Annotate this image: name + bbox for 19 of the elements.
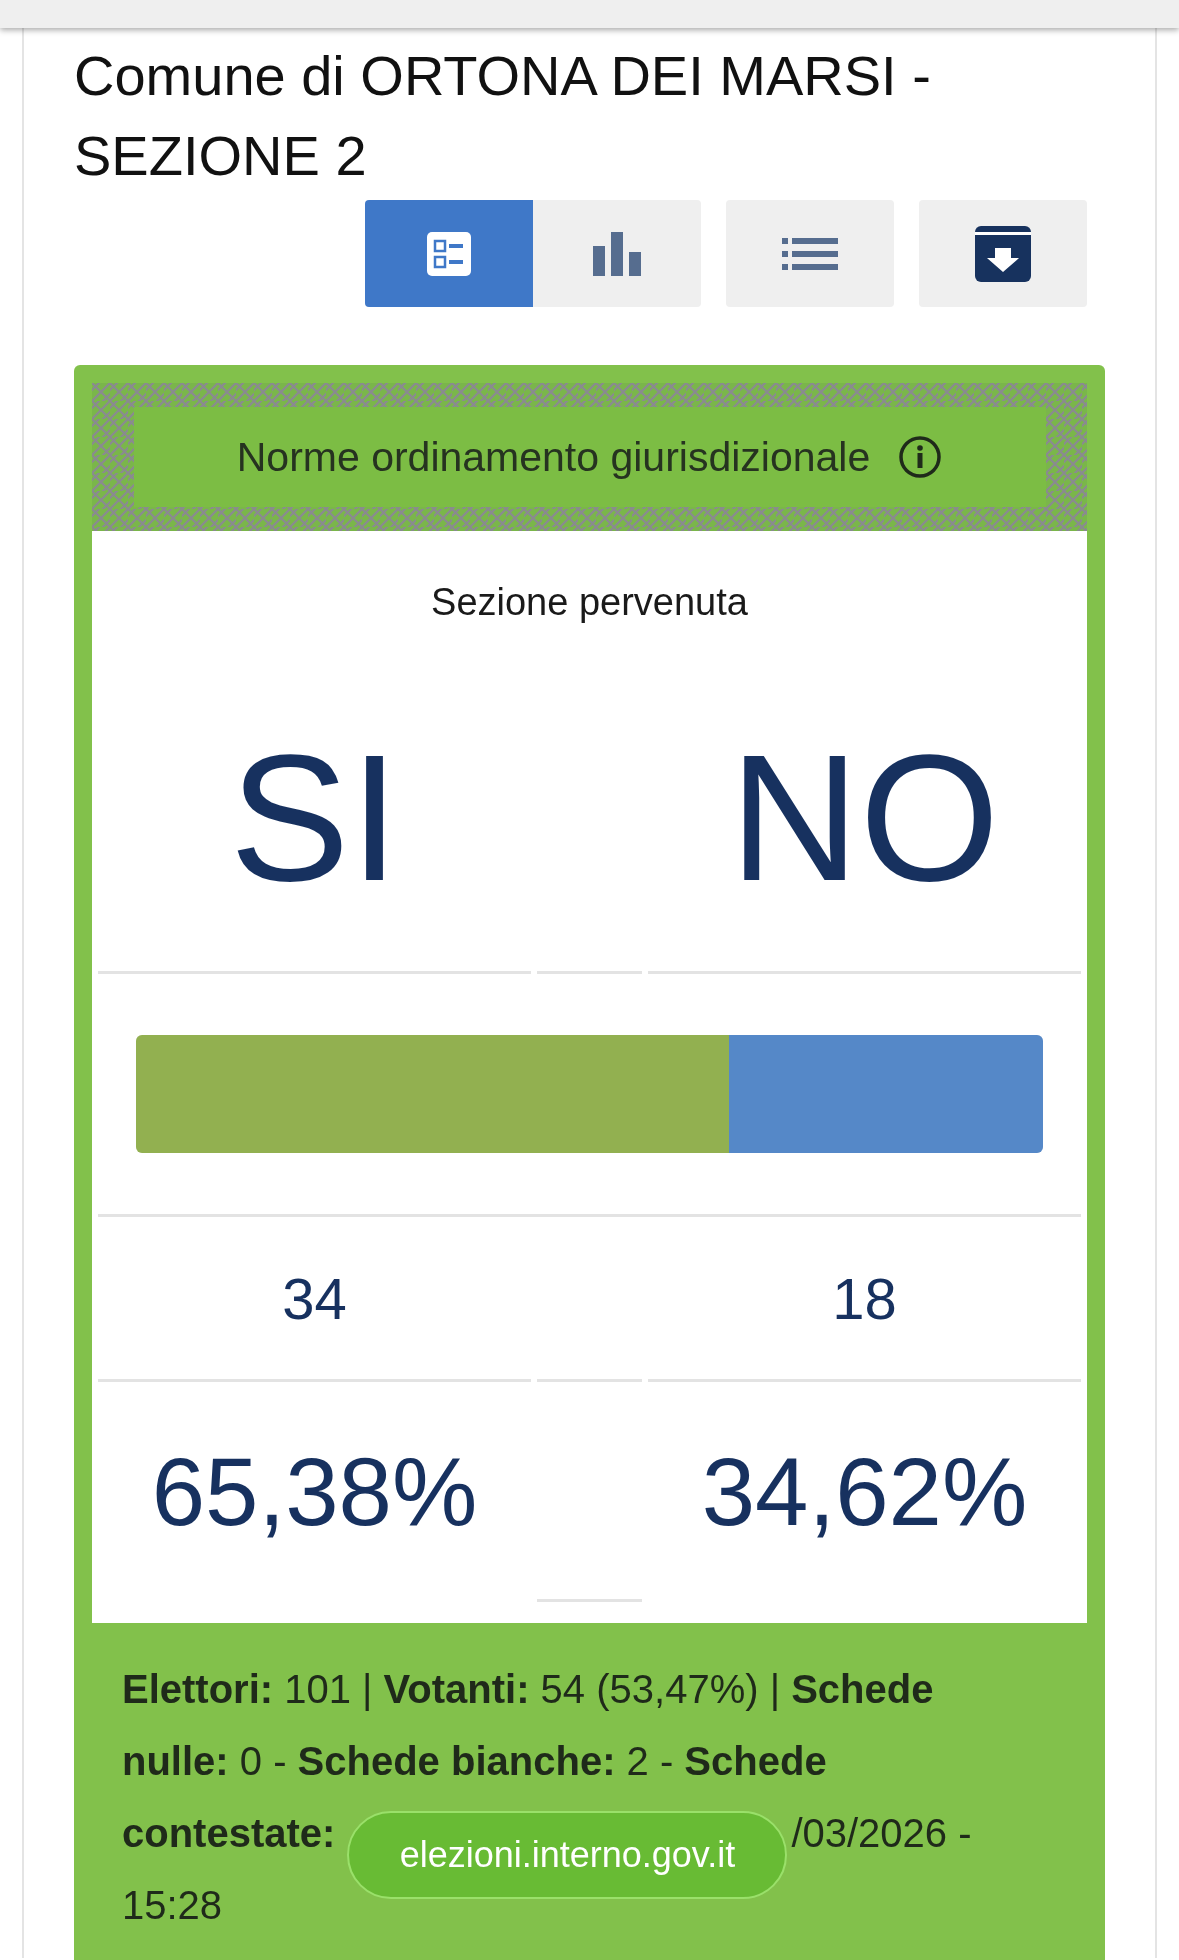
status-text: Sezione pervenuta <box>430 581 749 624</box>
page-title: Comune di ORTONA DEI MARSI - SEZIONE 2 <box>74 43 932 189</box>
info-icon[interactable] <box>898 435 943 479</box>
vote-percent: 34,62% <box>701 1437 1028 1547</box>
option-label: SI <box>229 716 400 920</box>
card-heading: Norme ordinamento giurisdizionale <box>236 433 871 481</box>
vote-count: 34 <box>282 1264 347 1332</box>
list-icon <box>782 237 838 270</box>
view-button[interactable] <box>919 200 1087 307</box>
archive-download-icon <box>975 225 1031 282</box>
vote-percent: 65,38% <box>151 1437 478 1547</box>
summary-list-icon <box>427 231 471 276</box>
update-date-text: /03/2026 - <box>791 1810 972 1856</box>
stats-label: contestate: <box>122 1810 336 1856</box>
update-time-text: 15:28 <box>122 1882 223 1929</box>
bar-chart-icon <box>593 231 641 276</box>
url-pill: elezioni.interno.gov.it <box>347 1811 788 1899</box>
option-label: NO <box>729 716 1000 920</box>
vote-count: 18 <box>832 1264 897 1332</box>
